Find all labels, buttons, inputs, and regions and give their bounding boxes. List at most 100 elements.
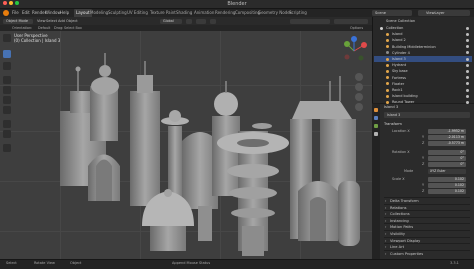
eye-icon[interactable]: [466, 88, 469, 92]
scale-z-field[interactable]: 0.102: [428, 189, 466, 194]
menu-window[interactable]: Window: [45, 9, 61, 17]
eye-icon[interactable]: [466, 94, 469, 98]
physics-tab-icon[interactable]: [374, 124, 378, 128]
status-version: 3.3.1: [450, 261, 459, 265]
proportional-edit-icon[interactable]: [210, 18, 216, 24]
snap-icon[interactable]: [196, 18, 206, 24]
zoom-icon[interactable]: [355, 73, 363, 81]
menu-select[interactable]: Select: [46, 17, 57, 25]
blender-logo-icon[interactable]: [3, 10, 9, 16]
menu-object[interactable]: Object: [66, 17, 78, 25]
scene-selector[interactable]: Scene: [372, 10, 412, 16]
eye-icon[interactable]: [466, 63, 469, 67]
status-center: Append Mouse Status: [172, 261, 211, 265]
rotation-z-label: Z: [422, 162, 425, 166]
menu-help[interactable]: Help: [60, 9, 69, 17]
object-type-icon: [380, 26, 383, 30]
camera-icon[interactable]: [355, 93, 363, 101]
rotation-z-field[interactable]: 0°: [428, 162, 466, 167]
eye-icon[interactable]: [466, 45, 469, 49]
properties-panel-header[interactable]: › Custom Properties: [384, 249, 470, 258]
tab-scripting[interactable]: Scripting: [287, 9, 309, 17]
menu-add[interactable]: Add: [58, 17, 65, 25]
tab-uv-editing[interactable]: UV Editing: [125, 9, 150, 17]
menu-edit[interactable]: Edit: [22, 9, 30, 17]
eye-icon[interactable]: [466, 69, 469, 73]
status-object: Object: [70, 261, 82, 265]
fortress-model: [60, 53, 120, 201]
object-type-icon: [386, 88, 389, 92]
eye-icon[interactable]: [466, 51, 469, 55]
pivot-icon[interactable]: [186, 18, 192, 24]
transform-label: Global: [163, 18, 174, 23]
view-layer-selector[interactable]: ViewLayer: [418, 10, 470, 16]
scene-label: Scene: [375, 11, 386, 15]
cursor-3d-tool-icon[interactable]: [3, 62, 11, 70]
scale-x-field[interactable]: 0.102: [428, 177, 466, 182]
annotate-tool-icon[interactable]: [3, 120, 11, 128]
view-collection-label: (0) Collection | Island 3: [14, 38, 61, 43]
rotation-x-field[interactable]: 0°: [428, 150, 466, 155]
rotation-y-field[interactable]: 0°: [428, 156, 466, 161]
location-y-label: Y: [422, 135, 425, 139]
mode-label: Object Mode: [6, 18, 29, 23]
grid-icon[interactable]: [355, 103, 363, 111]
object-type-icon: [386, 69, 389, 73]
eye-icon[interactable]: [466, 38, 469, 42]
object-type-icon: [386, 45, 389, 49]
select-box-tool-icon[interactable]: [3, 50, 11, 58]
eye-icon[interactable]: [466, 76, 469, 80]
location-z-field[interactable]: -0.5773 m: [428, 141, 466, 146]
menu-file[interactable]: File: [12, 9, 19, 17]
object-type-icon: [386, 51, 389, 55]
location-x-label: Location X: [392, 129, 410, 133]
rotation-mode-label: Mode: [404, 169, 414, 173]
navigation-gizmo[interactable]: [339, 36, 369, 66]
scale-y-field[interactable]: 0.102: [428, 183, 466, 188]
location-z-label: Z: [422, 141, 425, 145]
location-x-field[interactable]: -1.9952 m: [428, 129, 466, 134]
move-tool-icon[interactable]: [3, 76, 11, 84]
transform-panel-title[interactable]: Transform: [384, 121, 402, 127]
3d-viewport[interactable]: User Perspective (0) Collection | Island…: [0, 31, 372, 259]
measure-tool-icon[interactable]: [3, 130, 11, 138]
object-type-icon: [386, 57, 389, 61]
eye-icon[interactable]: [466, 32, 469, 36]
object-name-field[interactable]: Island 3: [384, 112, 470, 118]
rotation-y-label: Y: [422, 156, 425, 160]
rotation-x-label: Rotation X: [392, 150, 410, 154]
modifier-tab-icon[interactable]: [374, 116, 378, 120]
rotate-tool-icon[interactable]: [3, 86, 11, 94]
scene-models[interactable]: [0, 31, 372, 259]
scene-collection-label: Scene Collection: [386, 19, 416, 23]
status-select: Select: [6, 261, 17, 265]
eye-icon[interactable]: [466, 82, 469, 86]
transform-orientation-dropdown[interactable]: Global: [160, 18, 182, 24]
eye-icon[interactable]: [466, 26, 469, 30]
shading-modes-icon[interactable]: [334, 18, 368, 24]
object-name-label: Island 3: [384, 105, 399, 109]
object-type-icon: [386, 38, 389, 42]
scale-z-label: Z: [422, 189, 425, 193]
object-properties-tab-icon[interactable]: [374, 108, 378, 112]
chevron-right-icon: ›: [385, 251, 387, 256]
eye-icon[interactable]: [466, 57, 469, 61]
window-title: Blender: [227, 1, 247, 7]
panel-label: Custom Properties: [390, 251, 424, 256]
material-tab-icon[interactable]: [374, 132, 378, 136]
view-layer-label: ViewLayer: [426, 11, 445, 15]
object-name-value: Island 3: [387, 113, 401, 117]
cursor-tool-icon[interactable]: [3, 34, 11, 42]
pan-hand-icon[interactable]: [355, 83, 363, 91]
object-type-icon: [386, 63, 389, 67]
scale-y-label: Y: [422, 183, 425, 187]
rotation-mode-dropdown[interactable]: XYZ Euler: [428, 169, 466, 174]
menu-view[interactable]: View: [37, 17, 46, 25]
transform-tool-icon[interactable]: [3, 106, 11, 114]
object-type-icon: [386, 32, 389, 36]
scale-tool-icon[interactable]: [3, 96, 11, 104]
visibility-icon[interactable]: [290, 18, 330, 24]
mode-dropdown[interactable]: Object Mode: [3, 18, 33, 24]
location-y-field[interactable]: -2.0113 m: [428, 135, 466, 140]
add-cube-tool-icon[interactable]: [3, 144, 11, 152]
